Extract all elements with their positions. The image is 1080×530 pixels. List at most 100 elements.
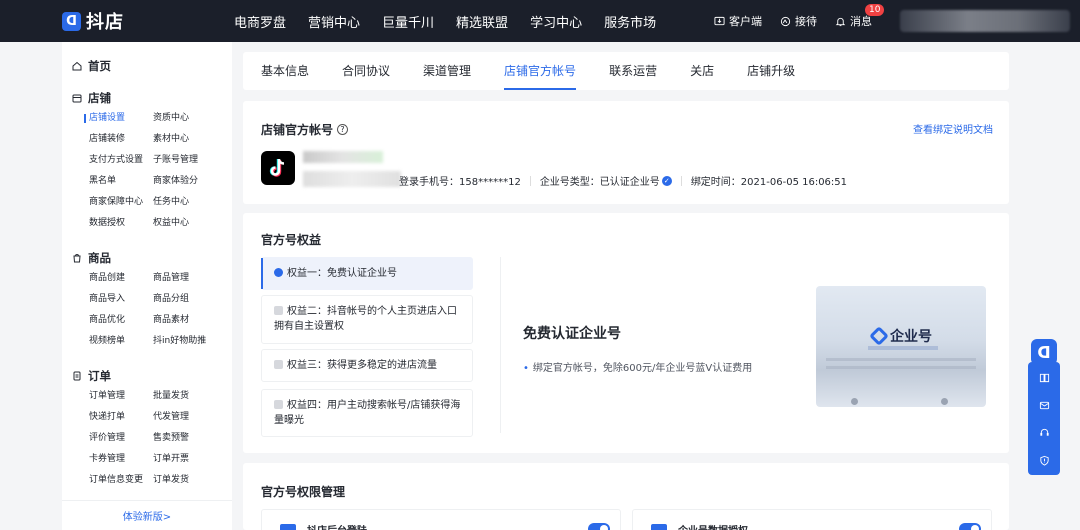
sidebar-item-store-settings[interactable]: 店铺设置 xyxy=(84,108,153,129)
tab-basic-info[interactable]: 基本信息 xyxy=(261,52,309,90)
sidebar: 首页 店铺 店铺设置 资质中心 店铺装修 素材中心 支付方式设置 子账号管理 黑… xyxy=(62,42,232,530)
bell-icon xyxy=(835,17,846,26)
sidebar-item[interactable]: 卡券管理 xyxy=(89,449,153,470)
topnav-item[interactable]: 巨量千川 xyxy=(382,12,434,31)
floating-toolbar xyxy=(1028,362,1060,475)
sidebar-item[interactable]: 抖in好物助推 xyxy=(153,331,232,352)
sidebar-item[interactable]: 订单信息变更 xyxy=(89,470,153,491)
topnav-item[interactable]: 学习中心 xyxy=(530,12,582,31)
sidebar-item[interactable]: 评价管理 xyxy=(89,428,153,449)
sidebar-item[interactable]: 快递打单 xyxy=(89,407,153,428)
benefits-title: 官方号权益 xyxy=(261,233,322,247)
benefit-item-3[interactable]: 权益三：获得更多稳定的进店流量 xyxy=(261,349,473,382)
sidebar-item[interactable]: 素材中心 xyxy=(153,129,232,150)
store-icon xyxy=(72,94,82,103)
topnav-item[interactable]: 营销中心 xyxy=(308,12,360,31)
sidebar-item[interactable]: 资质中心 xyxy=(153,108,232,129)
enterprise-type: 企业号类型：已认证企业号 xyxy=(539,177,660,188)
sidebar-item[interactable]: 订单开票 xyxy=(153,449,232,470)
sidebar-group-home[interactable]: 首页 xyxy=(62,56,232,76)
sidebar-group-title: 商品 xyxy=(88,251,111,265)
douyin-icon xyxy=(261,151,295,185)
goods-icon xyxy=(73,254,81,263)
verified-check-icon: ✓ xyxy=(661,175,672,186)
official-account-card: 店铺官方帐号 ? 查看绑定说明文档 登录手机号：158******12 企业号类… xyxy=(243,101,1009,204)
sidebar-item[interactable]: 视频榜单 xyxy=(89,331,153,352)
book-icon[interactable] xyxy=(1037,370,1051,384)
sidebar-item[interactable]: 黑名单 xyxy=(89,171,153,192)
login-phone: 登录手机号：158******12 xyxy=(399,177,521,188)
sidebar-group-order: 订单 订单管理 批量发货 快递打单 代发管理 评价管理 售卖预警 卡券管理 订单… xyxy=(62,366,232,491)
help-icon[interactable]: ? xyxy=(337,124,349,135)
benefit-item-2[interactable]: 权益二：抖音帐号的个人主页进店入口拥有自主设置权 xyxy=(261,295,473,344)
client-label: 客户端 xyxy=(729,15,762,28)
home-icon xyxy=(72,61,82,71)
sidebar-item[interactable]: 权益中心 xyxy=(153,213,232,234)
backend-login-toggle[interactable] xyxy=(588,523,610,530)
benefit-icon xyxy=(274,268,283,277)
app-logo[interactable]: ᗡ 抖店 xyxy=(62,8,124,34)
sidebar-group-goods: 商品 商品创建 商品管理 商品导入 商品分组 商品优化 商品素材 视频榜单 抖i… xyxy=(62,248,232,352)
try-new-version-link[interactable]: 体验新版> xyxy=(62,500,232,530)
sidebar-item[interactable]: 任务中心 xyxy=(153,192,232,213)
account-meta: 登录手机号：158******12 企业号类型：已认证企业号 ✓ 绑定时间：20… xyxy=(399,173,847,188)
benefit-icon xyxy=(274,360,283,369)
top-right-tools: 客户端 接待 消息 10 xyxy=(714,0,890,42)
top-nav: 电商罗盘 营销中心 巨量千川 精选联盟 学习中心 服务市场 xyxy=(234,12,678,31)
download-icon xyxy=(714,16,725,25)
benefit-description: • 绑定官方帐号，免除600元/年企业号蓝V认证费用 xyxy=(523,363,753,374)
sidebar-group-title: 首页 xyxy=(88,59,111,73)
section-title: 店铺官方帐号 ? xyxy=(261,121,349,138)
mail-icon[interactable] xyxy=(1037,398,1051,412)
tab-official-account[interactable]: 店铺官方帐号 xyxy=(504,52,577,90)
sidebar-item[interactable]: 店铺装修 xyxy=(89,129,153,150)
reception-label: 接待 xyxy=(795,15,817,28)
sidebar-item[interactable]: 代发管理 xyxy=(153,407,232,428)
sidebar-item[interactable]: 商品优化 xyxy=(89,310,153,331)
sidebar-item[interactable]: 商品导入 xyxy=(89,289,153,310)
sidebar-group-title: 订单 xyxy=(88,369,111,383)
topnav-item[interactable]: 服务市场 xyxy=(604,12,656,31)
info-icon[interactable] xyxy=(1037,453,1051,467)
permissions-title: 官方号权限管理 xyxy=(261,485,346,499)
logo-icon: ᗡ xyxy=(62,11,81,31)
enterprise-account-banner: 企业号 xyxy=(816,286,986,407)
benefit-item-1[interactable]: 权益一：免费认证企业号 xyxy=(261,257,473,290)
sidebar-item[interactable]: 订单发货 xyxy=(153,470,232,491)
sidebar-item[interactable]: 商家体验分 xyxy=(153,171,232,192)
sidebar-item[interactable]: 商品创建 xyxy=(89,268,153,289)
tab-contracts[interactable]: 合同协议 xyxy=(342,52,390,90)
tab-channels[interactable]: 渠道管理 xyxy=(423,52,471,90)
benefit-item-4[interactable]: 权益四：用户主动搜索帐号/店铺获得海量曝光 xyxy=(261,389,473,437)
user-account-blurred[interactable] xyxy=(900,10,1070,32)
permissions-card: 官方号权限管理 抖店后台登陆 企业号数据授权 xyxy=(243,463,1009,530)
benefit-heading: 免费认证企业号 xyxy=(523,326,621,342)
tab-contact-ops[interactable]: 联系运营 xyxy=(609,52,657,90)
sidebar-item[interactable]: 售卖预警 xyxy=(153,428,232,449)
sidebar-item[interactable]: 数据授权 xyxy=(89,213,153,234)
support-icon[interactable] xyxy=(1037,425,1051,439)
sidebar-item[interactable]: 批量发货 xyxy=(153,386,232,407)
sidebar-item[interactable]: 支付方式设置 xyxy=(89,150,153,171)
data-auth-icon xyxy=(651,524,667,530)
app-name: 抖店 xyxy=(86,12,124,33)
sidebar-item[interactable]: 订单管理 xyxy=(89,386,153,407)
login-icon xyxy=(280,524,296,530)
binding-doc-link[interactable]: 查看绑定说明文档 xyxy=(913,121,993,136)
message-count-badge: 10 xyxy=(865,4,885,16)
sidebar-item[interactable]: 商家保障中心 xyxy=(89,192,153,213)
sidebar-item[interactable]: 商品管理 xyxy=(153,268,232,289)
sidebar-item[interactable]: 商品分组 xyxy=(153,289,232,310)
messages-button[interactable]: 消息 10 xyxy=(835,4,885,29)
data-auth-toggle[interactable] xyxy=(959,523,981,530)
tab-close-store[interactable]: 关店 xyxy=(690,52,714,90)
sidebar-item[interactable]: 子账号管理 xyxy=(153,150,232,171)
topnav-item[interactable]: 精选联盟 xyxy=(456,12,508,31)
reception-button[interactable]: 接待 xyxy=(780,13,817,29)
topnav-item[interactable]: 电商罗盘 xyxy=(234,12,286,31)
sidebar-item[interactable]: 商品素材 xyxy=(153,310,232,331)
sidebar-group-store: 店铺 店铺设置 资质中心 店铺装修 素材中心 支付方式设置 子账号管理 黑名单 … xyxy=(62,88,232,234)
client-button[interactable]: 客户端 xyxy=(714,13,762,29)
benefit-icon xyxy=(274,400,283,409)
tab-upgrade[interactable]: 店铺升级 xyxy=(747,52,795,90)
